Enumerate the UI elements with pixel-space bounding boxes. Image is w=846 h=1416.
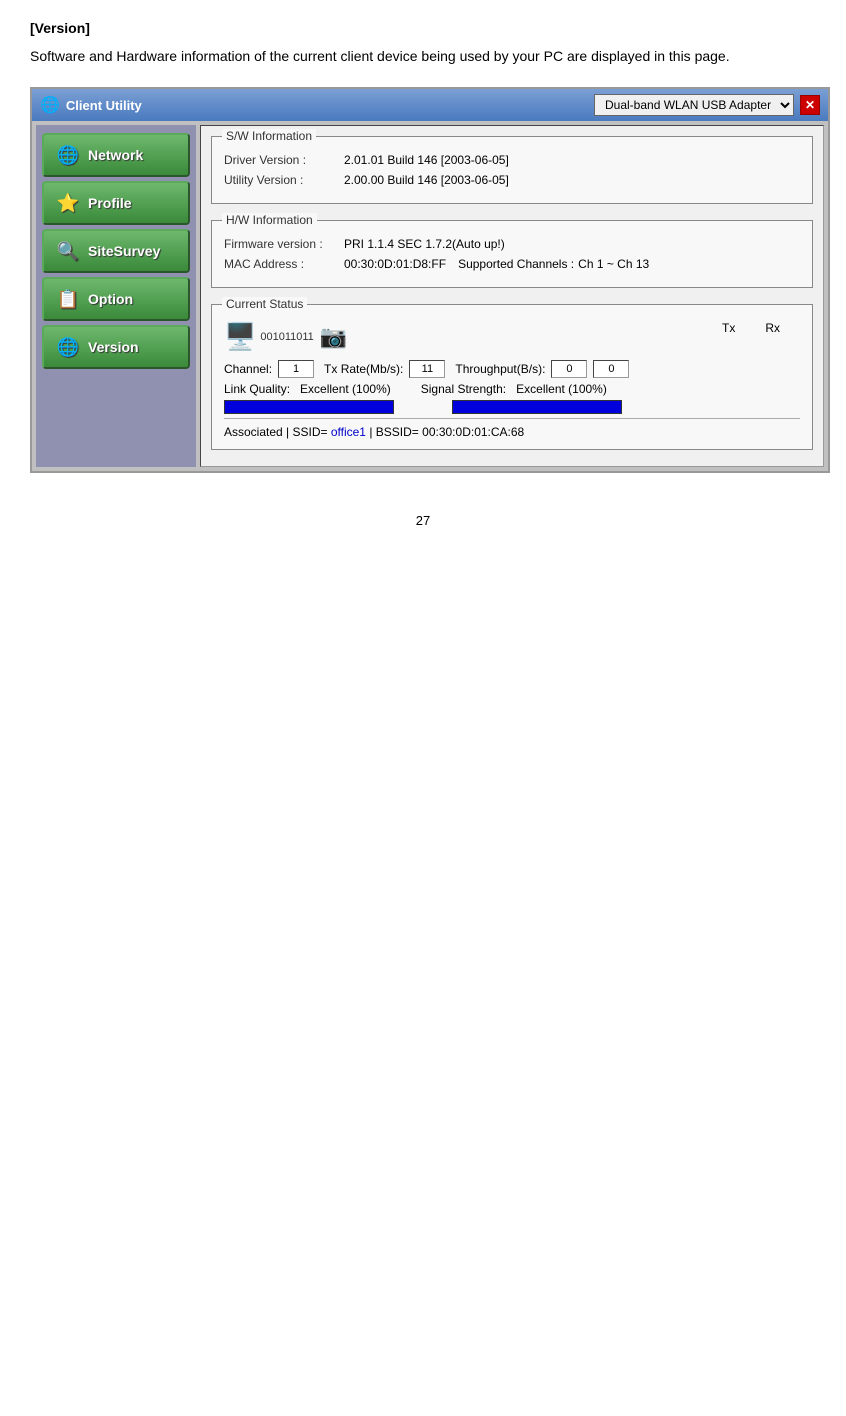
current-status-box: Current Status 🖥️ 001011011 📷 Tx Rx Chan… xyxy=(211,304,813,450)
associated-label: Associated | SSID= xyxy=(224,425,328,439)
channel-txrate-row: Channel: Tx Rate(Mb/s): Throughput(B/s): xyxy=(224,360,800,378)
firmware-value: PRI 1.1.4 SEC 1.7.2(Auto up!) xyxy=(344,237,505,251)
driver-version-row: Driver Version : 2.01.01 Build 146 [2003… xyxy=(224,153,800,167)
sidebar-item-option[interactable]: 📋 Option xyxy=(42,277,190,321)
sidebar-item-sitesurvey[interactable]: 🔍 SiteSurvey xyxy=(42,229,190,273)
monitor-icon: 🖥️ xyxy=(224,321,256,352)
mac-row: MAC Address : 00:30:0D:01:D8:FF Supporte… xyxy=(224,257,800,271)
hw-info-box: H/W Information Firmware version : PRI 1… xyxy=(211,220,813,288)
channel-label: Channel: xyxy=(224,362,272,376)
utility-version-label: Utility Version : xyxy=(224,173,344,187)
profile-icon: ⭐ xyxy=(54,189,82,217)
associated-row: Associated | SSID= office1 | BSSID= 00:3… xyxy=(224,418,800,439)
sidebar-item-profile-label: Profile xyxy=(88,195,132,211)
link-quality-value: Excellent (100%) xyxy=(300,382,391,396)
window-body: 🌐 Network ⭐ Profile 🔍 SiteSurvey 📋 Optio… xyxy=(32,121,828,471)
sw-info-legend: S/W Information xyxy=(222,129,316,143)
network-icon: 🌐 xyxy=(54,141,82,169)
throughput-rx-input[interactable] xyxy=(593,360,629,378)
page-number: 27 xyxy=(30,513,816,528)
link-quality-row: Link Quality: Excellent (100%) Signal St… xyxy=(224,382,800,396)
sidebar-item-version[interactable]: 🌐 Version xyxy=(42,325,190,369)
sidebar-item-network[interactable]: 🌐 Network xyxy=(42,133,190,177)
mac-value: 00:30:0D:01:D8:FF xyxy=(344,257,446,271)
tx-rate-label: Tx Rate(Mb/s): xyxy=(324,362,403,376)
camera-icon: 📷 xyxy=(320,324,347,350)
bssid-label: | BSSID= xyxy=(369,425,418,439)
rx-progress-bar xyxy=(452,400,622,414)
channels-label: Supported Channels : xyxy=(458,257,574,271)
throughput-label: Throughput(B/s): xyxy=(455,362,545,376)
sw-info-box: S/W Information Driver Version : 2.01.01… xyxy=(211,136,813,204)
title-bar-right: Dual-band WLAN USB Adapter ✕ xyxy=(594,94,820,116)
main-content: S/W Information Driver Version : 2.01.01… xyxy=(200,125,824,467)
option-icon: 📋 xyxy=(54,285,82,313)
channel-input[interactable] xyxy=(278,360,314,378)
sidebar-item-version-label: Version xyxy=(88,339,139,355)
sidebar-item-profile[interactable]: ⭐ Profile xyxy=(42,181,190,225)
throughput-tx-input[interactable] xyxy=(551,360,587,378)
driver-version-label: Driver Version : xyxy=(224,153,344,167)
bssid-value: 00:30:0D:01:CA:68 xyxy=(422,425,524,439)
signal-strength-value: Excellent (100%) xyxy=(516,382,607,396)
current-status-legend: Current Status xyxy=(222,297,307,311)
page-title: [Version] xyxy=(30,20,816,36)
firmware-label: Firmware version : xyxy=(224,237,344,251)
progress-bars xyxy=(224,400,800,414)
signal-strength-label: Signal Strength: xyxy=(421,382,506,396)
tx-rate-input[interactable] xyxy=(409,360,445,378)
title-bar: 🌐 Client Utility Dual-band WLAN USB Adap… xyxy=(32,89,828,121)
rx-label: Rx xyxy=(765,321,780,335)
ssid-value: office1 xyxy=(331,425,366,439)
tx-progress-bar xyxy=(224,400,394,414)
binary-display: 001011011 xyxy=(260,331,313,343)
sidebar: 🌐 Network ⭐ Profile 🔍 SiteSurvey 📋 Optio… xyxy=(36,125,196,467)
client-utility-window: 🌐 Client Utility Dual-band WLAN USB Adap… xyxy=(30,87,830,473)
device-dropdown[interactable]: Dual-band WLAN USB Adapter xyxy=(594,94,794,116)
sidebar-item-sitesurvey-label: SiteSurvey xyxy=(88,243,160,259)
title-bar-left: 🌐 Client Utility xyxy=(40,95,142,115)
utility-version-value: 2.00.00 Build 146 [2003-06-05] xyxy=(344,173,509,187)
channels-value: Ch 1 ~ Ch 13 xyxy=(578,257,649,271)
sitesurvey-icon: 🔍 xyxy=(54,237,82,265)
firmware-row: Firmware version : PRI 1.1.4 SEC 1.7.2(A… xyxy=(224,237,800,251)
tx-label: Tx xyxy=(722,321,735,335)
globe-icon: 🌐 xyxy=(40,95,60,115)
sidebar-item-network-label: Network xyxy=(88,147,143,163)
sidebar-item-option-label: Option xyxy=(88,291,133,307)
driver-version-value: 2.01.01 Build 146 [2003-06-05] xyxy=(344,153,509,167)
page-description: Software and Hardware information of the… xyxy=(30,46,816,67)
hw-info-legend: H/W Information xyxy=(222,213,317,227)
mac-label: MAC Address : xyxy=(224,257,344,271)
utility-version-row: Utility Version : 2.00.00 Build 146 [200… xyxy=(224,173,800,187)
window-title: Client Utility xyxy=(66,98,142,113)
version-icon: 🌐 xyxy=(54,333,82,361)
link-quality-label: Link Quality: xyxy=(224,382,290,396)
close-button[interactable]: ✕ xyxy=(800,95,820,115)
